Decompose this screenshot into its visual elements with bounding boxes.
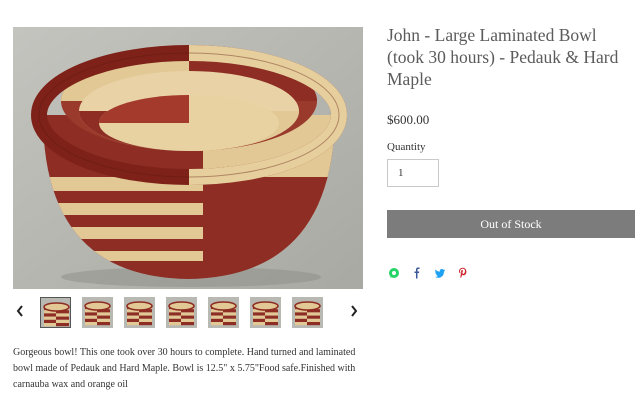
thumbnail-5[interactable] <box>208 297 239 328</box>
quantity-label: Quantity <box>387 141 426 153</box>
bowl-thumbnail-image <box>168 301 195 326</box>
bowl-thumbnail-image <box>210 301 237 326</box>
thumbnail-6[interactable] <box>250 297 281 328</box>
quantity-input[interactable] <box>387 159 439 187</box>
out-of-stock-button[interactable]: Out of Stock <box>387 210 635 238</box>
thumbnail-4[interactable] <box>166 297 197 328</box>
thumbnail-2[interactable] <box>82 297 113 328</box>
share-bar <box>387 266 469 280</box>
chevron-right-icon <box>351 305 358 317</box>
thumbnail-strip <box>13 295 363 331</box>
thumbnail-7[interactable] <box>292 297 323 328</box>
whatsapp-icon[interactable] <box>387 267 400 280</box>
chevron-left-icon <box>16 305 23 317</box>
next-image-button[interactable] <box>347 301 361 321</box>
bowl-thumbnail-image <box>84 301 111 326</box>
product-description: Gorgeous bowl! This one took over 30 hou… <box>13 347 356 390</box>
product-title: John - Large Laminated Bowl (took 30 hou… <box>387 25 619 89</box>
bowl-thumbnail-image <box>294 301 321 326</box>
prev-image-button[interactable] <box>13 301 27 321</box>
bowl-thumbnail-image <box>43 302 70 327</box>
thumbnail-1[interactable] <box>40 297 71 328</box>
facebook-icon[interactable] <box>410 267 423 280</box>
bowl-thumbnail-image <box>126 301 153 326</box>
bowl-thumbnail-image <box>252 301 279 326</box>
twitter-icon[interactable] <box>433 267 446 280</box>
bowl-image <box>13 27 363 289</box>
product-price: $600.00 <box>387 112 430 127</box>
main-product-image[interactable] <box>13 27 363 289</box>
thumbnail-3[interactable] <box>124 297 155 328</box>
pinterest-icon[interactable] <box>456 267 469 280</box>
